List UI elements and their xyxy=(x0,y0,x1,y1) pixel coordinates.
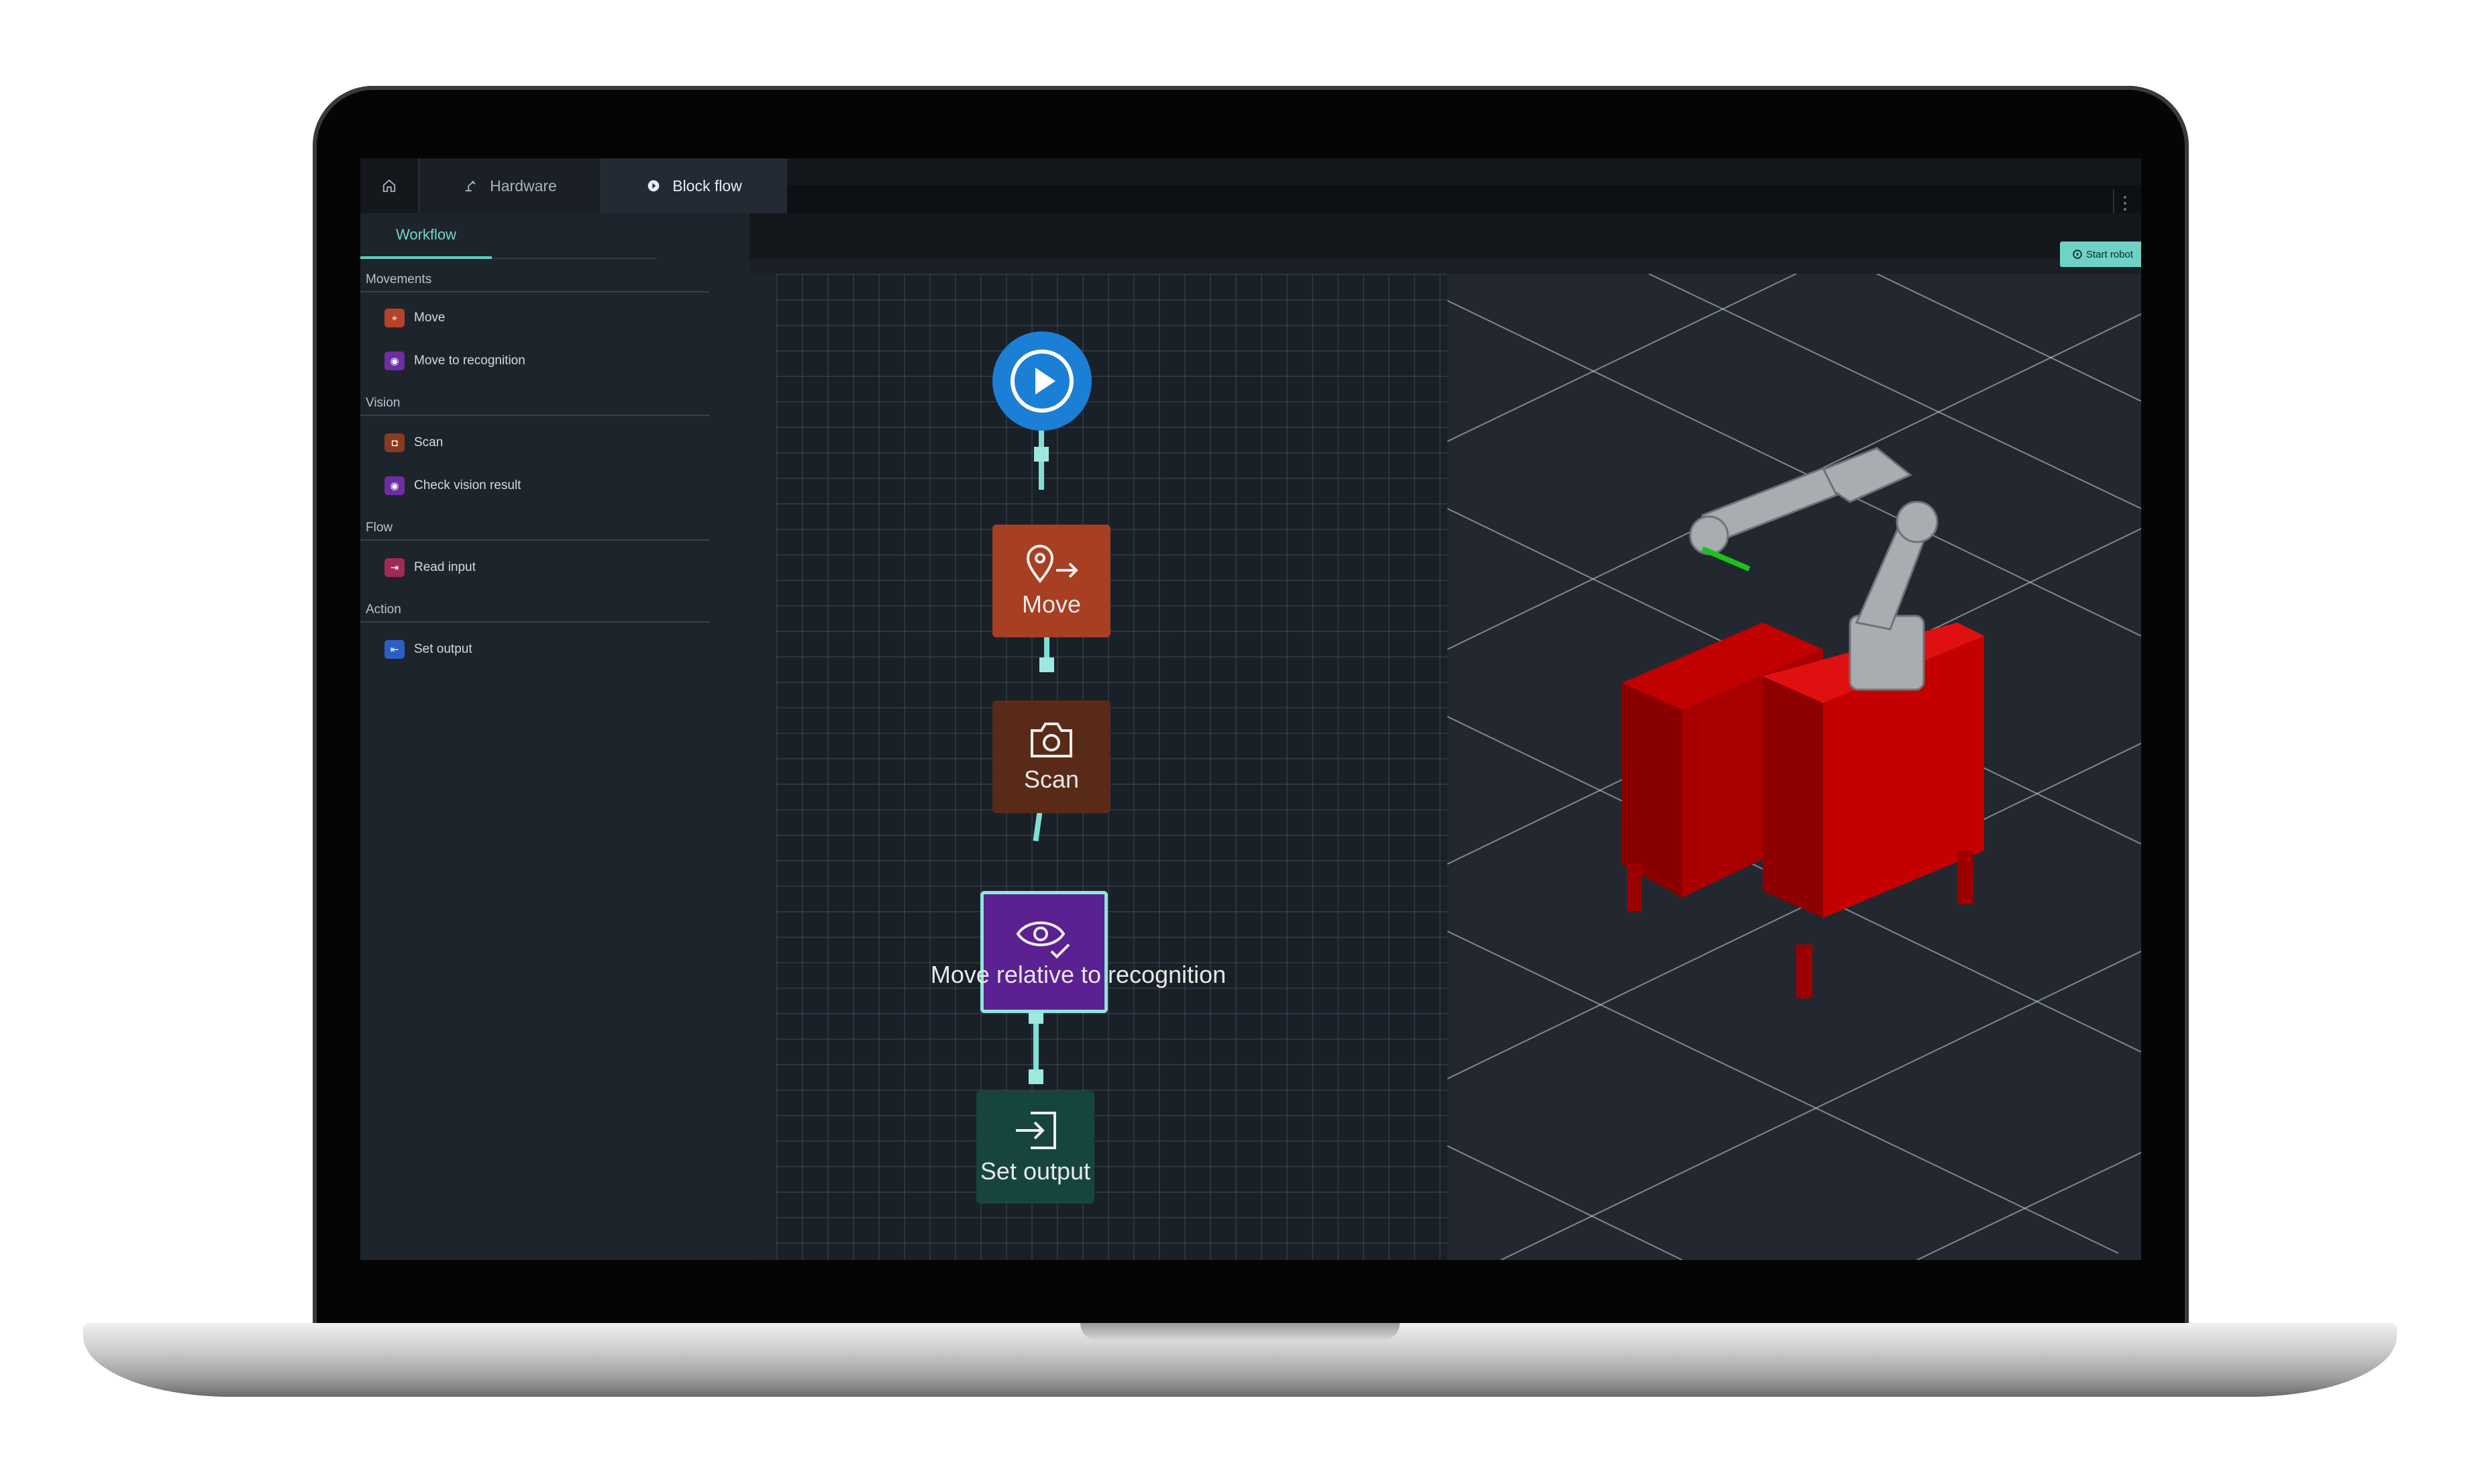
start-robot-button[interactable]: Start robot xyxy=(2060,242,2141,267)
laptop-notch xyxy=(1080,1323,1400,1340)
flow-block-set-output[interactable]: Set output xyxy=(976,1091,1094,1204)
top-tab-bar: Hardware Block flow xyxy=(360,158,2141,213)
divider xyxy=(492,258,657,259)
port[interactable] xyxy=(1034,447,1049,462)
eye-check-icon xyxy=(1016,921,1070,959)
canvas-gutter xyxy=(750,274,776,1260)
palette-item-set-output[interactable]: ⇤ Set output xyxy=(384,636,472,663)
flow-block-label: Move xyxy=(1021,590,1082,618)
tab-divider xyxy=(2113,189,2114,213)
section-action: Action xyxy=(366,602,401,617)
play-circle-icon xyxy=(648,180,660,192)
section-vision: Vision xyxy=(366,396,401,410)
start-robot-label: Start robot xyxy=(2085,248,2134,260)
tab-block-flow-label: Block flow xyxy=(672,176,742,195)
divider xyxy=(360,291,709,293)
palette-item-label: Scan xyxy=(414,435,444,449)
palette-item-scan[interactable]: ◘ Scan xyxy=(384,429,443,456)
port[interactable] xyxy=(1039,657,1054,672)
flow-block-move-relative-to-recognition[interactable] xyxy=(980,891,1108,1013)
robot-arm-icon xyxy=(465,180,476,192)
sign-in-icon xyxy=(1016,1112,1056,1149)
robot-cell-enclosure xyxy=(1622,623,1984,998)
block-palette-sidebar: Workflow Movements ⌖ Move ◉ Move to reco… xyxy=(360,213,750,1260)
camera-icon: ◘ xyxy=(384,433,405,452)
flow-block-scan[interactable]: Scan xyxy=(992,700,1110,813)
robot-3d-viewer[interactable] xyxy=(1447,274,2141,1260)
flow-block-label: Scan xyxy=(1023,765,1080,793)
palette-item-label: Move to recognition xyxy=(414,354,525,368)
tab-hardware-label: Hardware xyxy=(490,176,557,195)
canvas-toolbar xyxy=(750,213,2141,259)
flow-start-node[interactable] xyxy=(992,331,1092,431)
palette-item-label: Move xyxy=(414,311,446,325)
palette-item-label: Check vision result xyxy=(414,478,521,492)
eye-check-icon: ◉ xyxy=(384,476,405,495)
location-arrow-icon: ⌖ xyxy=(384,309,405,327)
flow-block-label: Move relative to recognition xyxy=(930,961,1227,988)
tab-home[interactable] xyxy=(360,158,419,213)
palette-item-check-vision-result[interactable]: ◉ Check vision result xyxy=(384,472,521,499)
palette-item-move-to-recognition[interactable]: ◉ Move to recognition xyxy=(384,348,525,374)
play-circle-icon xyxy=(2073,250,2082,259)
3d-scene xyxy=(1447,274,2141,1260)
divider xyxy=(360,621,709,623)
tab-workflow[interactable]: Workflow xyxy=(360,213,492,259)
palette-item-move[interactable]: ⌖ Move xyxy=(384,305,445,331)
port[interactable] xyxy=(1029,1069,1043,1084)
app-screen: Hardware Block flow Workflow Movements ⌖… xyxy=(360,158,2141,1260)
sign-in-icon: ⇥ xyxy=(384,558,405,577)
tab-bar-filler xyxy=(787,185,2141,213)
palette-item-label: Set output xyxy=(414,642,472,656)
flow-canvas[interactable] xyxy=(776,274,1447,1260)
tab-hardware[interactable]: Hardware xyxy=(419,158,602,213)
palette-item-read-input[interactable]: ⇥ Read input xyxy=(384,554,476,581)
divider xyxy=(360,539,709,541)
camera-icon xyxy=(1031,723,1072,757)
palette-item-label: Read input xyxy=(414,560,476,574)
play-circle-icon xyxy=(1011,350,1074,413)
tab-block-flow[interactable]: Block flow xyxy=(602,158,787,213)
flow-block-label: Set output xyxy=(980,1157,1091,1185)
section-flow: Flow xyxy=(366,521,393,535)
sign-out-icon: ⇤ xyxy=(384,640,405,659)
tool-axis-indicator xyxy=(1701,546,1751,572)
section-movements: Movements xyxy=(366,272,432,286)
flow-block-move[interactable]: Move xyxy=(992,525,1110,637)
divider xyxy=(360,415,709,416)
more-options-icon[interactable] xyxy=(2124,196,2126,212)
location-arrow-icon xyxy=(1026,545,1078,584)
eye-icon: ◉ xyxy=(384,352,405,370)
home-icon xyxy=(382,179,396,193)
